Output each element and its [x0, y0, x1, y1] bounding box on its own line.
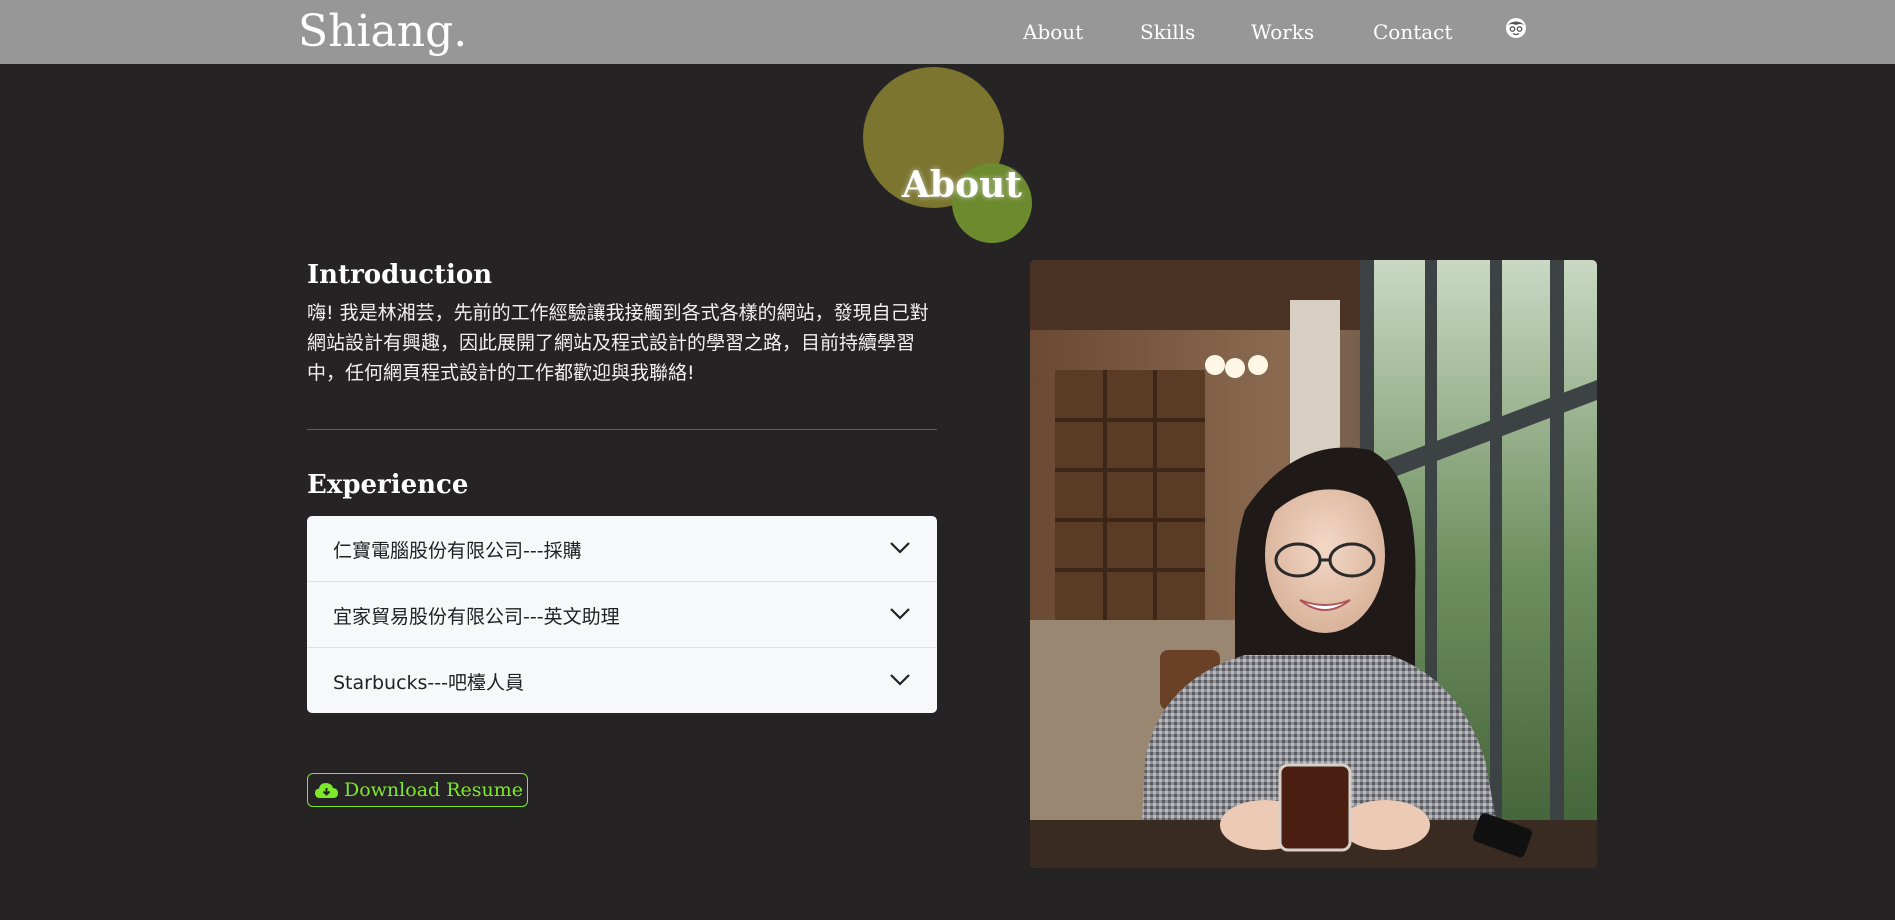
nav-link-about[interactable]: About: [1023, 20, 1083, 44]
accordion-item[interactable]: 仁寶電腦股份有限公司---採購: [307, 516, 937, 582]
download-resume-button[interactable]: Download Resume: [307, 773, 528, 807]
experience-heading: Experience: [307, 470, 469, 500]
experience-accordion: 仁寶電腦股份有限公司---採購 宜家貿易股份有限公司---英文助理 Starbu…: [307, 516, 937, 713]
nav-link-contact[interactable]: Contact: [1373, 20, 1452, 44]
profile-photo: [1030, 260, 1597, 868]
introduction-text: 嗨! 我是林湘芸，先前的工作經驗讓我接觸到各式各樣的網站，發現自己對網站設計有興…: [307, 302, 929, 384]
chevron-down-icon: [889, 606, 911, 620]
cloud-download-icon: [314, 780, 339, 800]
accordion-item-label: 宜家貿易股份有限公司---英文助理: [333, 606, 620, 628]
nav-link-skills[interactable]: Skills: [1140, 20, 1195, 44]
face-icon[interactable]: [1505, 17, 1527, 39]
navbar: Shiang. About Skills Works Contact: [0, 0, 1895, 64]
divider: [307, 429, 937, 430]
nav-links: About Skills Works Contact: [0, 20, 1895, 48]
nav-link-works[interactable]: Works: [1251, 20, 1314, 44]
accordion-item-label: 仁寶電腦股份有限公司---採購: [333, 540, 582, 562]
chevron-down-icon: [889, 540, 911, 554]
accordion-item-label: Starbucks---吧檯人員: [333, 672, 524, 694]
accordion-item[interactable]: Starbucks---吧檯人員: [307, 648, 937, 713]
section-title: About: [902, 164, 1022, 206]
chevron-down-icon: [889, 672, 911, 686]
accordion-item[interactable]: 宜家貿易股份有限公司---英文助理: [307, 582, 937, 648]
introduction-heading: Introduction: [307, 260, 493, 290]
download-resume-label: Download Resume: [344, 779, 524, 801]
